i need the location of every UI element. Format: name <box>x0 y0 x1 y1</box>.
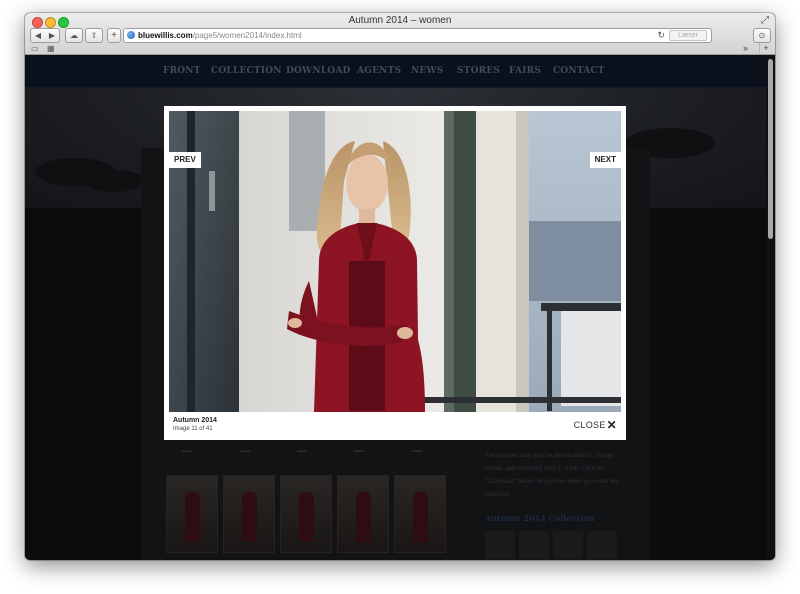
browser-toolbar: Autumn 2014 – women ⤢ ◀ ▶ ☁ ⇪ + bluewill… <box>25 13 775 55</box>
page-scrollbar[interactable] <box>766 55 775 560</box>
gallery-thumbnail[interactable] <box>223 475 275 553</box>
downloads-button[interactable]: ⊙ <box>753 28 771 43</box>
url-path: /page5/women2014/index.html <box>192 31 302 40</box>
lightbox-dialog: PREV NEXT Autumn 2014 Image 11 of 41 CLO… <box>164 106 626 440</box>
share-icon: ⇪ <box>90 31 98 40</box>
thumbnail-figure <box>299 492 314 542</box>
nav-item-contact[interactable]: CONTACT <box>553 66 605 76</box>
share-button[interactable]: ⇪ <box>85 28 103 43</box>
close-label: CLOSE <box>573 420 606 430</box>
chevron-right-icon: ▶ <box>48 31 56 40</box>
chevron-left-icon: ◀ <box>34 31 42 40</box>
collection-thumbnail[interactable] <box>553 531 583 559</box>
globe-icon <box>127 31 135 39</box>
thumb-caption: ▬▬ <box>297 448 307 454</box>
thumbnail-figure <box>413 492 428 542</box>
scrollbar-thumb[interactable] <box>768 59 773 239</box>
nav-item-front[interactable]: FRONT <box>163 66 201 76</box>
collection-heading[interactable]: Autumn 2014 Collection <box>485 513 594 523</box>
reader-button[interactable]: Læser <box>669 30 707 41</box>
forward-button[interactable]: ▶ <box>45 28 60 43</box>
bookmarks-book-icon[interactable]: ▭ <box>31 44 39 53</box>
plus-icon: + <box>111 30 117 41</box>
prev-button[interactable]: PREV <box>169 152 201 168</box>
address-bar[interactable]: bluewillis.com/page5/women2014/index.htm… <box>123 28 712 43</box>
close-button[interactable]: CLOSE ✕ <box>574 419 617 431</box>
close-x-icon: ✕ <box>606 418 617 432</box>
add-bookmark-button[interactable]: + <box>107 28 121 43</box>
nav-item-stores[interactable]: STORES <box>457 66 500 76</box>
reload-icon[interactable]: ↻ <box>657 29 665 42</box>
image-counter: Image 11 of 41 <box>173 426 213 432</box>
thumb-caption: ▬▬ <box>354 448 364 454</box>
icloud-tabs-button[interactable]: ☁ <box>65 28 83 43</box>
back-button[interactable]: ◀ <box>30 28 46 43</box>
cloud-icon: ☁ <box>70 31 78 40</box>
nav-item-download[interactable]: DOWNLOAD <box>286 66 351 76</box>
site-navigation: FRONT COLLECTION DOWNLOAD AGENTS NEWS ST… <box>25 55 766 88</box>
thumb-caption: ▬▬ <box>182 448 192 454</box>
lightbox-photo: PREV NEXT <box>169 111 621 412</box>
gallery-thumbnail[interactable] <box>394 475 446 553</box>
gallery-thumbnail[interactable] <box>337 475 389 553</box>
nav-item-fairs[interactable]: FAIRS <box>509 66 541 76</box>
nav-item-collection[interactable]: COLLECTION <box>211 66 282 76</box>
photo-illustration <box>169 111 621 412</box>
browser-window: Autumn 2014 – women ⤢ ◀ ▶ ☁ ⇪ + bluewill… <box>25 13 775 560</box>
url-text: bluewillis.com/page5/women2014/index.htm… <box>138 29 302 42</box>
url-domain: bluewillis.com <box>138 31 193 40</box>
thumb-caption: ▬▬ <box>240 448 250 454</box>
new-tab-button[interactable]: + <box>759 43 772 53</box>
collection-thumbnail[interactable] <box>485 531 515 559</box>
nav-item-agents[interactable]: AGENTS <box>357 66 401 76</box>
download-info-text: The pictures may also be downloaded in a… <box>485 453 619 498</box>
fullscreen-icon[interactable]: ⤢ <box>761 15 769 26</box>
bookmarks-overflow-icon[interactable]: » <box>743 43 748 53</box>
window-title: Autumn 2014 – women <box>348 15 452 26</box>
gallery-thumbnail[interactable] <box>166 475 218 553</box>
hero-rock <box>85 170 145 192</box>
collection-thumbnail[interactable] <box>519 531 549 559</box>
download-icon: ⊙ <box>758 31 766 40</box>
caption-title: Autumn 2014 <box>173 417 217 424</box>
collection-thumbnail[interactable] <box>587 531 617 559</box>
web-page: FRONT COLLECTION DOWNLOAD AGENTS NEWS ST… <box>25 55 766 560</box>
thumb-caption: ▬▬ <box>412 448 422 454</box>
nav-item-news[interactable]: NEWS <box>411 66 444 76</box>
thumbnail-figure <box>356 492 371 542</box>
next-button[interactable]: NEXT <box>589 152 621 168</box>
thumbnail-figure <box>242 492 257 542</box>
top-sites-grid-icon[interactable]: ▦ <box>47 44 55 53</box>
thumbnail-figure <box>185 492 200 542</box>
gallery-thumbnail[interactable] <box>280 475 332 553</box>
